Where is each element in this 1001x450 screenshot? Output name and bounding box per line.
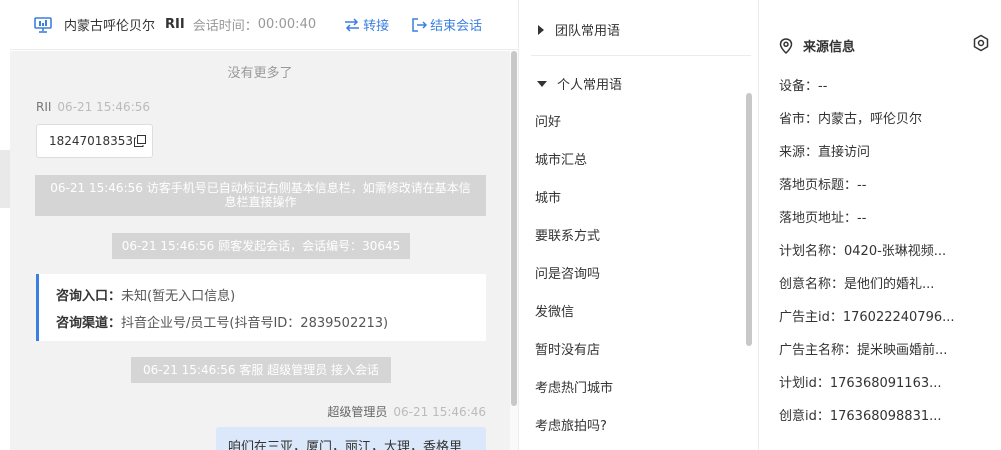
location-pin-icon bbox=[779, 37, 793, 54]
team-phrases-label: 团队常用语 bbox=[555, 24, 621, 39]
system-message: 06-21 15:46:56 访客手机号已自动标记右侧基本信息栏，如需修改请在基… bbox=[35, 175, 486, 216]
phrase-item[interactable]: 考虑热门城市 bbox=[535, 377, 613, 396]
source-row: 计划id：176368091163... bbox=[779, 376, 942, 391]
phrase-item[interactable]: 发微信 bbox=[535, 301, 574, 320]
caret-down-icon bbox=[537, 80, 547, 87]
source-row: 创意id：176368098831... bbox=[779, 409, 942, 424]
left-edge-strip bbox=[0, 150, 10, 208]
system-message: 06-21 15:46:56 顾客发起会话，会话编号：30645 bbox=[112, 233, 410, 259]
visitor-message-time: 06-21 15:46:56 bbox=[57, 100, 150, 114]
transfer-button[interactable]: 转接 bbox=[344, 15, 389, 34]
chat-panel: 内蒙古呼伦贝尔 RII 会话时间： 00:00:40 转接 结束会话 没有更多了… bbox=[0, 0, 518, 450]
divider bbox=[531, 55, 751, 56]
copy-icon[interactable] bbox=[133, 135, 146, 147]
phrase-item[interactable]: 城市汇总 bbox=[535, 149, 587, 168]
personal-phrases-label: 个人常用语 bbox=[557, 78, 623, 93]
phrase-item[interactable]: 问好 bbox=[535, 111, 561, 130]
agent-message-time: 06-21 15:46:46 bbox=[393, 405, 486, 419]
system-message: 06-21 15:46:56 客服 超级管理员 接入会话 bbox=[131, 357, 391, 383]
session-time-label: 会话时间： bbox=[192, 19, 258, 34]
logout-icon bbox=[412, 17, 428, 32]
chat-messages: 没有更多了 RII 06-21 15:46:56 18247018353 06-2… bbox=[10, 51, 510, 450]
source-row: 广告主id：176022240796... bbox=[779, 310, 955, 325]
source-info-title: 来源信息 bbox=[779, 36, 855, 55]
agent-message-sender: 超级管理员 bbox=[327, 405, 388, 419]
session-time: 00:00:40 bbox=[257, 17, 317, 32]
chat-scrollbar[interactable] bbox=[510, 51, 518, 450]
personal-phrases-group[interactable]: 个人常用语 bbox=[537, 74, 622, 93]
phrase-item[interactable]: 城市 bbox=[535, 187, 561, 206]
phrase-item[interactable]: 问是咨询吗 bbox=[535, 263, 600, 282]
consultation-info-card: 咨询入口：未知(暂无入口信息) 咨询渠道：抖音企业号/员工号(抖音号ID：283… bbox=[36, 274, 486, 341]
source-row: 落地页标题：-- bbox=[779, 178, 867, 193]
agent-message-header: 超级管理员 06-21 15:46:46 bbox=[327, 403, 486, 420]
phrase-item[interactable]: 暂时没有店 bbox=[535, 339, 600, 358]
source-row: 计划名称：0420-张琳视频... bbox=[779, 244, 947, 259]
chat-scrollbar-thumb[interactable] bbox=[511, 51, 517, 406]
consult-channel-row: 咨询渠道：抖音企业号/员工号(抖音号ID：2839502213) bbox=[56, 310, 486, 337]
source-info-title-text: 来源信息 bbox=[803, 40, 856, 55]
chat-header: 内蒙古呼伦贝尔 RII 会话时间： 00:00:40 转接 结束会话 bbox=[10, 0, 518, 50]
consult-entry-value: 未知(暂无入口信息) bbox=[121, 289, 236, 304]
consult-channel-value: 抖音企业号/员工号(抖音号ID：2839502213) bbox=[121, 316, 389, 331]
visitor-name: RII bbox=[165, 17, 185, 32]
caret-right-icon bbox=[538, 24, 544, 35]
phrase-item[interactable]: 考虑旅拍吗? bbox=[535, 415, 607, 434]
consult-channel-label: 咨询渠道： bbox=[56, 316, 122, 331]
phrase-item[interactable]: 要联系方式 bbox=[535, 225, 600, 244]
source-info-panel: 来源信息 设备：-- 省市：内蒙古，呼伦贝尔 来源：直接访问 落地页标题：-- … bbox=[758, 0, 1001, 450]
consult-entry-label: 咨询入口： bbox=[56, 289, 122, 304]
transfer-label: 转接 bbox=[363, 19, 390, 34]
source-row: 来源：直接访问 bbox=[779, 145, 871, 160]
source-row: 省市：内蒙古，呼伦贝尔 bbox=[779, 112, 923, 127]
team-phrases-group[interactable]: 团队常用语 bbox=[537, 20, 620, 39]
transfer-icon bbox=[345, 17, 360, 32]
visitor-message-sender: RII bbox=[36, 100, 52, 114]
monitor-icon bbox=[34, 16, 52, 33]
phrases-scrollbar-thumb[interactable] bbox=[746, 93, 752, 346]
source-row: 创意名称：是他们的婚礼... bbox=[779, 277, 935, 292]
agent-message-bubble: 咱们在三亚，厦门，丽江，大理，香格里 bbox=[216, 427, 486, 450]
source-row: 广告主名称：提米映画婚前... bbox=[779, 343, 948, 358]
source-row: 设备：-- bbox=[779, 79, 828, 94]
no-more-indicator: 没有更多了 bbox=[227, 66, 293, 81]
end-session-button[interactable]: 结束会话 bbox=[411, 15, 482, 34]
phone-number: 18247018353 bbox=[49, 134, 133, 148]
settings-icon[interactable] bbox=[972, 34, 990, 52]
phrases-panel: 团队常用语 个人常用语 问好 城市汇总 城市 要联系方式 问是咨询吗 发微信 暂… bbox=[518, 0, 758, 450]
visitor-message-header: RII 06-21 15:46:56 bbox=[36, 100, 150, 114]
end-session-label: 结束会话 bbox=[430, 19, 483, 34]
phone-message-bubble: 18247018353 bbox=[36, 124, 153, 158]
visitor-location: 内蒙古呼伦贝尔 bbox=[64, 19, 156, 34]
consult-entry-row: 咨询入口：未知(暂无入口信息) bbox=[56, 283, 486, 310]
source-row: 落地页地址：-- bbox=[779, 211, 867, 226]
